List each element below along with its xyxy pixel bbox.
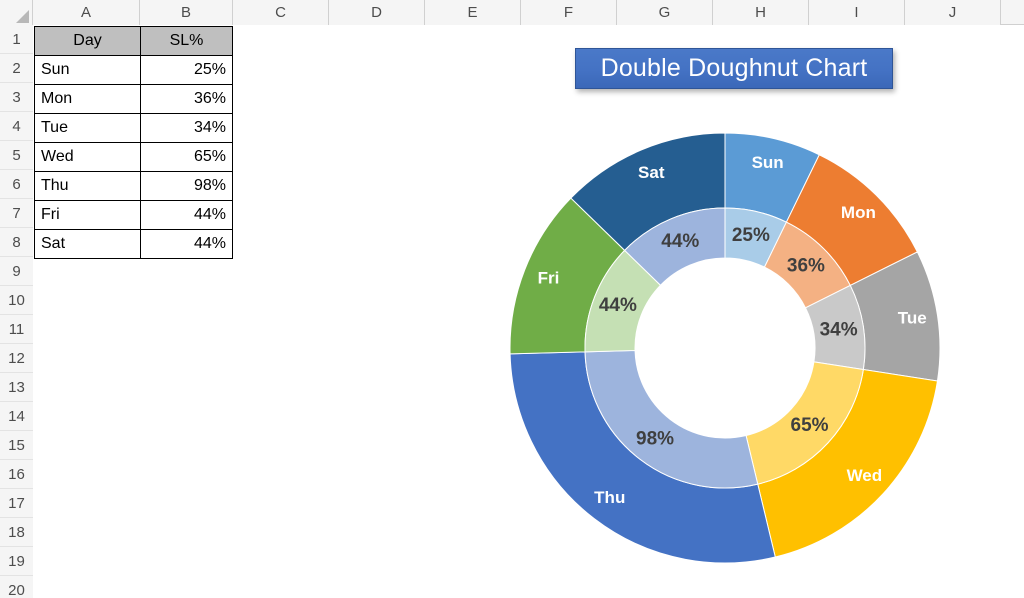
row-header-9[interactable]: 9 [0,257,33,286]
segment-label-thu-outer: Thu [594,488,625,507]
segment-label-thu-inner: 98% [636,428,674,449]
row-header-band: 1 2 3 4 5 6 7 8 9 10 11 12 13 14 15 16 17 18 19 20 [0,25,33,598]
excel-worksheet: ABCDEFGHIJ 1 2 3 4 5 6 7 8 9 10 11 12 13 14 15 16 17 18 19… [0,0,1024,598]
segment-label-sun-outer: Sun [752,153,784,172]
column-header-i[interactable]: I [809,0,905,25]
segment-label-fri-inner: 44% [599,295,637,316]
cell-value[interactable]: 34% [140,113,233,143]
column-header-d[interactable]: D [329,0,425,25]
column-header-b[interactable]: B [140,0,233,25]
column-header-e[interactable]: E [425,0,521,25]
row-header-17[interactable]: 17 [0,489,33,518]
segment-label-sat-outer: Sat [638,163,665,182]
cell-day[interactable]: Wed [34,142,141,172]
data-table: Day SL% Sun 25% Mon 36% Tue 34% Wed 65% Thu 98% Fri 4… [34,26,233,259]
table-row: Fri 44% [34,200,233,230]
segment-label-wed-inner: 65% [791,415,829,436]
segment-label-tue-inner: 34% [820,319,858,340]
cell-value[interactable]: 44% [140,229,233,259]
column-header-f[interactable]: F [521,0,617,25]
row-header-13[interactable]: 13 [0,373,33,402]
cell-value[interactable]: 98% [140,171,233,201]
row-header-16[interactable]: 16 [0,460,33,489]
column-header-h[interactable]: H [713,0,809,25]
outer-ring: Sun Mon Tue Wed Thu Fri Sat [509,132,941,564]
row-header-7[interactable]: 7 [0,199,33,228]
row-header-5[interactable]: 5 [0,141,33,170]
row-header-3[interactable]: 3 [0,83,33,112]
segment-label-sun-inner: 25% [732,225,770,246]
row-header-11[interactable]: 11 [0,315,33,344]
cell-value[interactable]: 36% [140,84,233,114]
cell-value[interactable]: 65% [140,142,233,172]
column-header-band: ABCDEFGHIJ [0,0,1024,25]
segment-label-mon-inner: 36% [787,255,825,276]
cell-day[interactable]: Sun [34,55,141,85]
row-header-18[interactable]: 18 [0,518,33,547]
cell-day[interactable]: Tue [34,113,141,143]
column-headers: ABCDEFGHIJ [33,0,1001,25]
cell-day[interactable]: Thu [34,171,141,201]
column-header-cell-day[interactable]: Day [34,26,141,56]
column-header-cell-slpct[interactable]: SL% [140,26,233,56]
row-header-20[interactable]: 20 [0,576,33,598]
table-row: Wed 65% [34,142,233,172]
cell-value[interactable]: 25% [140,55,233,85]
table-row: Thu 98% [34,171,233,201]
segment-label-mon-outer: Mon [841,203,876,222]
segment-label-fri-outer: Fri [538,269,560,288]
row-header-6[interactable]: 6 [0,170,33,199]
table-row: Sun 25% [34,55,233,85]
row-headers: 1 2 3 4 5 6 7 8 9 10 11 12 13 14 15 16 17 18 19 20 [0,25,33,598]
row-header-1[interactable]: 1 [0,25,33,54]
column-header-c[interactable]: C [233,0,329,25]
row-header-2[interactable]: 2 [0,54,33,83]
select-all-triangle-icon [16,10,29,23]
segment-label-wed-outer: Wed [847,466,883,485]
cell-day[interactable]: Sat [34,229,141,259]
row-header-19[interactable]: 19 [0,547,33,576]
column-header-a[interactable]: A [33,0,140,25]
segment-label-sat-inner: 44% [661,231,699,252]
table-row: Tue 34% [34,113,233,143]
select-all-corner[interactable] [0,0,33,25]
segment-label-tue-outer: Tue [898,308,927,327]
doughnut-svg: Sun Mon Tue Wed Thu Fri Sat 25% 36% 34% 65% 98% 44% 4… [509,132,941,564]
cell-value[interactable]: 44% [140,200,233,230]
column-header-g[interactable]: G [617,0,713,25]
chart-title[interactable]: Double Doughnut Chart [575,48,893,89]
row-header-15[interactable]: 15 [0,431,33,460]
table-header-row: Day SL% [34,26,233,56]
row-header-12[interactable]: 12 [0,344,33,373]
row-header-14[interactable]: 14 [0,402,33,431]
table-row: Sat 44% [34,229,233,259]
cell-day[interactable]: Fri [34,200,141,230]
row-header-8[interactable]: 8 [0,228,33,257]
double-doughnut-chart[interactable]: Sun Mon Tue Wed Thu Fri Sat 25% 36% 34% 65% 98% 44% 4… [490,120,960,580]
inner-ring: 25% 36% 34% 65% 98% 44% 44% [584,207,866,489]
table-row: Mon 36% [34,84,233,114]
row-header-10[interactable]: 10 [0,286,33,315]
cell-day[interactable]: Mon [34,84,141,114]
column-header-j[interactable]: J [905,0,1001,25]
row-header-4[interactable]: 4 [0,112,33,141]
